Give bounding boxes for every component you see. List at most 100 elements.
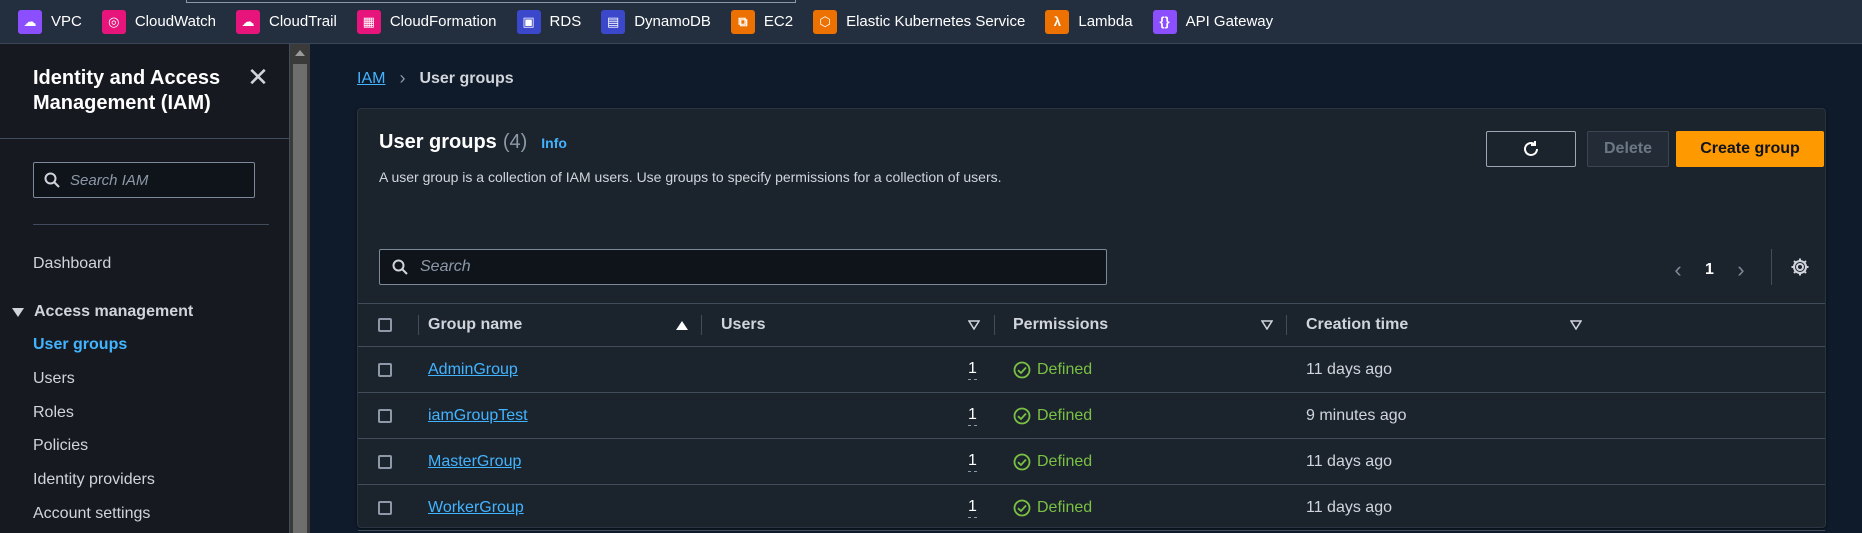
divider — [0, 138, 290, 139]
gear-icon[interactable] — [1790, 257, 1810, 277]
divider — [1771, 249, 1772, 285]
group-name-cell: AdminGroup — [428, 347, 518, 392]
creation-time-cell: 11 days ago — [1306, 498, 1392, 516]
favorite-label: CloudTrail — [269, 13, 337, 30]
create-group-button[interactable]: Create group — [1676, 131, 1824, 167]
chevron-right-icon: › — [399, 68, 406, 88]
favorite-ec2[interactable]: ⧉ EC2 — [730, 9, 794, 34]
sidebar-search[interactable] — [33, 162, 255, 198]
sidebar-scrollbar[interactable] — [290, 44, 310, 533]
breadcrumb-current: User groups — [419, 69, 514, 87]
filter-icon[interactable] — [1570, 304, 1582, 346]
sidebar-search-input[interactable] — [70, 171, 240, 189]
row-checkbox[interactable] — [378, 500, 392, 515]
filter-icon[interactable] — [1261, 304, 1273, 346]
scroll-thumb[interactable] — [293, 64, 307, 533]
table-row: iamGroupTest 1 Defined 9 minutes ago — [358, 393, 1825, 439]
close-icon[interactable]: ✕ — [246, 64, 270, 90]
column-header-group-name[interactable]: Group name — [428, 304, 522, 346]
group-name-link[interactable]: AdminGroup — [428, 361, 518, 379]
favorite-label: RDS — [549, 13, 582, 30]
group-name-cell: MasterGroup — [428, 439, 521, 484]
users-count[interactable]: 1 — [968, 406, 977, 426]
select-all-checkbox[interactable] — [378, 318, 392, 332]
table-search-input[interactable] — [420, 258, 1080, 276]
row-select-cell — [378, 439, 392, 484]
favorite-dynamodb[interactable]: ▤ DynamoDB — [601, 9, 711, 34]
favorite-api-gateway[interactable]: {} API Gateway — [1152, 9, 1273, 34]
group-name-link[interactable]: WorkerGroup — [428, 499, 524, 517]
favorite-cloudtrail[interactable]: ☁ CloudTrail — [236, 9, 337, 34]
sidebar-item-users[interactable]: Users — [33, 370, 75, 388]
row-checkbox[interactable] — [378, 454, 392, 469]
creation-time-cell: 9 minutes ago — [1306, 406, 1407, 424]
select-all-cell — [378, 304, 392, 346]
breadcrumb-iam-link[interactable]: IAM — [357, 70, 385, 88]
sidebar-item-dashboard[interactable]: Dashboard — [33, 255, 111, 273]
chevron-left-icon[interactable]: ‹ — [1669, 257, 1687, 283]
table-row: WorkerGroup 1 Defined 11 days ago — [358, 485, 1825, 531]
users-count[interactable]: 1 — [968, 452, 977, 472]
column-header-permissions[interactable]: Permissions — [1013, 304, 1108, 346]
permissions-cell: Defined — [1013, 393, 1092, 438]
column-divider — [994, 315, 995, 335]
favorite-elastic-kubernetes-service[interactable]: ⬡ Elastic Kubernetes Service — [813, 9, 1025, 34]
permissions-cell: Defined — [1013, 485, 1092, 530]
check-circle-icon — [1013, 407, 1031, 424]
delete-button[interactable]: Delete — [1587, 131, 1669, 167]
favorite-label: Lambda — [1078, 13, 1133, 30]
scroll-up-icon[interactable] — [295, 50, 305, 56]
ec2-icon: ⧉ — [730, 9, 755, 34]
favorite-label: VPC — [51, 13, 82, 30]
favorite-label: EC2 — [763, 13, 794, 30]
access-management-section[interactable]: Access management — [12, 303, 193, 321]
sidebar: Identity and Access Management (IAM) ✕ D… — [0, 44, 290, 533]
group-name-link[interactable]: MasterGroup — [428, 453, 521, 471]
permissions-label: Defined — [1037, 406, 1093, 424]
group-name-cell: WorkerGroup — [428, 485, 524, 530]
row-checkbox[interactable] — [378, 408, 392, 423]
main-content: IAM › User groups User groups (4) Info A… — [310, 44, 1862, 533]
favorite-rds[interactable]: ▣ RDS — [516, 9, 582, 34]
creation-time-cell: 11 days ago — [1306, 452, 1392, 470]
sort-ascending-icon[interactable] — [676, 304, 688, 346]
users-count[interactable]: 1 — [968, 498, 977, 518]
column-header-users[interactable]: Users — [721, 304, 765, 346]
favorite-vpc[interactable]: ☁ VPC — [18, 9, 82, 34]
breadcrumb: IAM › User groups — [357, 68, 514, 89]
sidebar-item-identity-providers[interactable]: Identity providers — [33, 471, 155, 489]
row-checkbox[interactable] — [378, 362, 392, 377]
group-name-link[interactable]: iamGroupTest — [428, 407, 528, 425]
sidebar-item-account-settings[interactable]: Account settings — [33, 505, 150, 523]
column-header-creation-time[interactable]: Creation time — [1306, 304, 1408, 346]
favorite-label: CloudWatch — [134, 13, 216, 30]
permissions-label: Defined — [1037, 360, 1093, 378]
refresh-button[interactable] — [1486, 131, 1576, 167]
group-name-cell: iamGroupTest — [428, 393, 528, 438]
pagination: ‹ 1 › — [1669, 257, 1750, 283]
info-link[interactable]: Info — [541, 135, 567, 151]
chevron-right-icon[interactable]: › — [1732, 257, 1750, 283]
table-header: Group name Users Permissions Creation ti… — [358, 303, 1825, 347]
row-select-cell — [378, 393, 392, 438]
refresh-icon — [1524, 141, 1538, 156]
sidebar-item-user-groups[interactable]: User groups — [33, 336, 127, 354]
favorite-cloudformation[interactable]: ▦ CloudFormation — [356, 9, 497, 34]
sidebar-title: Identity and Access Management (IAM) — [33, 67, 221, 114]
search-icon — [44, 172, 60, 188]
sidebar-item-policies[interactable]: Policies — [33, 437, 88, 455]
permissions-cell: Defined — [1013, 347, 1092, 392]
column-divider — [418, 315, 419, 335]
favorite-cloudwatch[interactable]: ◎ CloudWatch — [101, 9, 216, 34]
sidebar-item-roles[interactable]: Roles — [33, 404, 74, 422]
check-circle-icon — [1013, 361, 1031, 378]
user-groups-panel: User groups (4) Info A user group is a c… — [357, 108, 1826, 531]
page-number[interactable]: 1 — [1705, 261, 1714, 279]
users-cell: 1 — [968, 347, 977, 392]
column-divider — [701, 315, 702, 335]
filter-icon[interactable] — [968, 304, 980, 346]
users-count[interactable]: 1 — [968, 360, 977, 380]
api-gateway-icon: {} — [1152, 9, 1177, 34]
table-search[interactable] — [379, 249, 1107, 285]
favorite-lambda[interactable]: λ Lambda — [1045, 9, 1133, 34]
